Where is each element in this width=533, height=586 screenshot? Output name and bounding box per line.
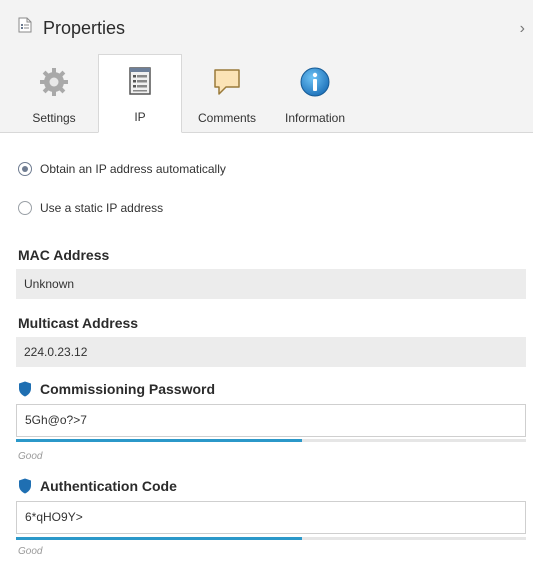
multicast-address-label: Multicast Address [18, 315, 139, 331]
authentication-strength-bar [16, 537, 526, 540]
tab-ip-label: IP [134, 110, 146, 124]
shield-icon [19, 478, 31, 494]
radio-button-selected[interactable] [18, 162, 32, 176]
tab-information[interactable]: Information [272, 56, 358, 132]
authentication-code-label: Authentication Code [40, 478, 177, 494]
tab-settings-label: Settings [32, 111, 76, 125]
panel-title: Properties [43, 18, 126, 38]
tab-settings[interactable]: Settings [14, 56, 94, 132]
password-strength-bar [16, 439, 526, 442]
authentication-code-heading: Authentication Code [18, 478, 177, 494]
document-icon [18, 17, 32, 33]
tab-bar: Settings IP Comments Information [0, 44, 533, 133]
radio-obtain-automatically-label: Obtain an IP address automatically [40, 162, 226, 176]
mac-address-label: MAC Address [18, 247, 110, 263]
info-icon [300, 67, 330, 97]
tab-comments[interactable]: Comments [186, 56, 268, 132]
authentication-code-field[interactable]: 6*qHO9Y> [16, 501, 526, 534]
mac-address-value: Unknown [16, 269, 526, 299]
shield-icon [19, 381, 31, 397]
properties-header: Properties › [0, 0, 533, 44]
radio-static-ip[interactable]: Use a static IP address [18, 198, 163, 218]
commissioning-password-label: Commissioning Password [40, 381, 216, 397]
multicast-address-value: 224.0.23.12 [16, 337, 526, 367]
tab-comments-label: Comments [197, 111, 256, 125]
tab-information-label: Information [284, 111, 346, 125]
authentication-strength-text: Good [18, 546, 43, 557]
radio-button-unselected[interactable] [18, 201, 32, 215]
radio-static-ip-label: Use a static IP address [40, 201, 164, 215]
commissioning-password-heading: Commissioning Password [18, 381, 215, 397]
speech-bubble-icon [214, 69, 240, 95]
password-strength-text: Good [18, 451, 43, 462]
authentication-strength-fill [16, 537, 302, 540]
list-document-icon [129, 67, 151, 95]
chevron-right-icon[interactable]: › [520, 20, 525, 38]
radio-obtain-automatically[interactable]: Obtain an IP address automatically [18, 159, 226, 179]
tab-ip[interactable]: IP [98, 54, 182, 133]
ip-settings-panel: Obtain an IP address automatically Use a… [0, 133, 533, 586]
gear-icon [40, 68, 68, 96]
commissioning-password-field[interactable]: 5Gh@o?>7 [16, 404, 526, 437]
password-strength-fill [16, 439, 302, 442]
